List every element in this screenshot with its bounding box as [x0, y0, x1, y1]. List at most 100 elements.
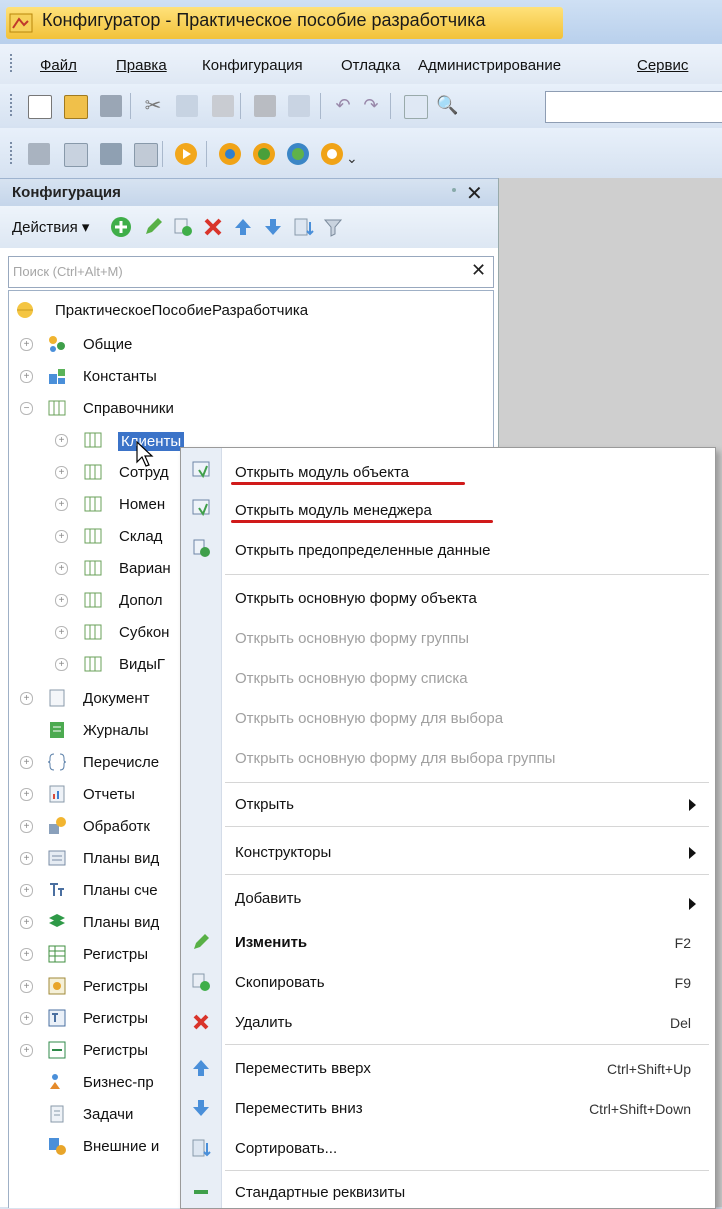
- menu-move-up[interactable]: Переместить вверх Ctrl+Shift+Up: [181, 1052, 715, 1084]
- panel-header: Конфигурация ✕: [0, 178, 498, 207]
- menu-standard-attributes[interactable]: Стандартные реквизиты: [181, 1176, 715, 1208]
- arrow-down-icon[interactable]: [262, 216, 284, 238]
- title-bar: Конфигуратор - Практическое пособие разр…: [0, 0, 722, 45]
- tree-item-catalogs[interactable]: − Справочники: [9, 393, 493, 425]
- window-title: Конфигуратор - Практическое пособие разр…: [42, 10, 486, 30]
- arrow-up-icon: [193, 1060, 209, 1076]
- tree-item-constants[interactable]: + Константы: [9, 361, 493, 393]
- paste-icon[interactable]: [212, 95, 234, 117]
- expand-icon[interactable]: +: [20, 820, 33, 833]
- run-options-icon[interactable]: [320, 142, 344, 166]
- update-db-icon[interactable]: [100, 143, 122, 165]
- collapse-icon[interactable]: −: [20, 402, 33, 415]
- search-icon[interactable]: 🔍: [436, 95, 458, 117]
- new-file-icon[interactable]: [28, 95, 52, 119]
- print-icon[interactable]: [254, 95, 276, 117]
- menu-service[interactable]: Сервис: [637, 57, 688, 74]
- menu-separator: [225, 826, 709, 827]
- menu-separator: [225, 574, 709, 575]
- menu-open-predefined[interactable]: Открыть предопределенные данные: [181, 534, 715, 566]
- menu-open-main-object-form[interactable]: Открыть основную форму объекта: [181, 582, 715, 614]
- tree-item-label: Допол: [119, 592, 163, 609]
- delete-icon[interactable]: [202, 216, 224, 238]
- menu-constructors-submenu[interactable]: Конструкторы: [181, 836, 715, 868]
- run-debug-icon[interactable]: [174, 142, 198, 166]
- copy-toolbar-icon[interactable]: [176, 95, 198, 117]
- expand-icon[interactable]: +: [20, 756, 33, 769]
- menu-delete-item[interactable]: Удалить Del: [181, 1006, 715, 1038]
- window-icon[interactable]: [134, 143, 158, 167]
- expand-icon[interactable]: +: [20, 788, 33, 801]
- thin-client-icon[interactable]: [252, 142, 276, 166]
- menu-file[interactable]: Файл: [40, 57, 77, 74]
- menu-grip: [10, 54, 12, 74]
- open-config-icon[interactable]: [28, 143, 50, 165]
- enterprise-run-icon[interactable]: [218, 142, 242, 166]
- pencil-icon[interactable]: [142, 216, 164, 238]
- toolbar-search-input[interactable]: [545, 91, 722, 123]
- expand-icon[interactable]: +: [20, 338, 33, 351]
- menu-item-label: Открыть основную форму списка: [235, 670, 468, 687]
- chart-of-calc-types-icon: [49, 914, 65, 927]
- redo-icon[interactable]: ↷: [360, 95, 382, 117]
- expand-icon[interactable]: +: [55, 466, 68, 479]
- copy-icon[interactable]: [172, 216, 194, 238]
- web-client-icon[interactable]: [286, 142, 310, 166]
- chevron-down-icon[interactable]: ⌄: [346, 150, 368, 172]
- add-icon[interactable]: [110, 216, 132, 238]
- menu-open-submenu[interactable]: Открыть: [181, 788, 715, 820]
- actions-menu-button[interactable]: Действия ▾: [12, 218, 89, 236]
- tree-item-common[interactable]: + Общие: [9, 329, 493, 361]
- menu-add-submenu[interactable]: Добавить: [181, 884, 715, 916]
- expand-icon[interactable]: +: [20, 692, 33, 705]
- expand-icon[interactable]: +: [20, 884, 33, 897]
- compare-config-icon[interactable]: [64, 143, 88, 167]
- expand-icon[interactable]: +: [20, 1044, 33, 1057]
- sort-icon[interactable]: [292, 216, 314, 238]
- expand-icon[interactable]: +: [20, 948, 33, 961]
- tree-root[interactable]: ПрактическоеПособиеРазработчика: [9, 295, 493, 327]
- toolbar-separator: [206, 141, 207, 167]
- menu-move-down[interactable]: Переместить вниз Ctrl+Shift+Down: [181, 1092, 715, 1124]
- menu-copy-item[interactable]: Скопировать F9: [181, 966, 715, 998]
- save-icon[interactable]: [100, 95, 122, 117]
- filter-icon[interactable]: [322, 216, 344, 238]
- expand-icon[interactable]: +: [20, 370, 33, 383]
- tree-item-label: Общие: [83, 336, 133, 353]
- toolbar-separator: [390, 93, 391, 119]
- open-file-icon[interactable]: [64, 95, 88, 119]
- menu-sort[interactable]: Сортировать...: [181, 1132, 715, 1164]
- menu-edit-item[interactable]: Изменить F2: [181, 926, 715, 958]
- pin-icon[interactable]: [452, 188, 456, 192]
- undo-icon[interactable]: ↶: [332, 95, 354, 117]
- expand-icon[interactable]: +: [55, 530, 68, 543]
- search-input[interactable]: Поиск (Ctrl+Alt+M) ✕: [8, 256, 494, 288]
- expand-icon[interactable]: +: [55, 626, 68, 639]
- arrow-up-icon[interactable]: [232, 216, 254, 238]
- menu-item-label: Добавить: [235, 890, 302, 907]
- menu-item-label: Изменить: [235, 934, 308, 951]
- expand-icon[interactable]: +: [55, 594, 68, 607]
- expand-icon[interactable]: +: [20, 980, 33, 993]
- toolbar-separator: [130, 93, 131, 119]
- toolbar-separator: [320, 93, 321, 119]
- menu-configuration[interactable]: Конфигурация: [202, 57, 303, 74]
- cut-icon[interactable]: ✂: [142, 95, 164, 117]
- expand-icon[interactable]: +: [55, 658, 68, 671]
- expand-icon[interactable]: +: [55, 434, 68, 447]
- tree-item-label: Внешние и: [83, 1138, 160, 1155]
- clear-search-icon[interactable]: ✕: [471, 260, 486, 281]
- menu-debug[interactable]: Отладка: [341, 57, 400, 74]
- menu-item-label: Открыть основную форму для выбора: [235, 710, 504, 727]
- tree-item-label: Вариан: [119, 560, 171, 577]
- find-in-tree-icon[interactable]: [404, 95, 428, 119]
- expand-icon[interactable]: +: [55, 498, 68, 511]
- expand-icon[interactable]: +: [20, 1012, 33, 1025]
- print-preview-icon[interactable]: [288, 95, 310, 117]
- expand-icon[interactable]: +: [20, 852, 33, 865]
- menu-administration[interactable]: Администрирование: [418, 57, 561, 74]
- expand-icon[interactable]: +: [20, 916, 33, 929]
- menu-edit[interactable]: Правка: [116, 57, 167, 74]
- close-icon[interactable]: ✕: [466, 181, 483, 206]
- expand-icon[interactable]: +: [55, 562, 68, 575]
